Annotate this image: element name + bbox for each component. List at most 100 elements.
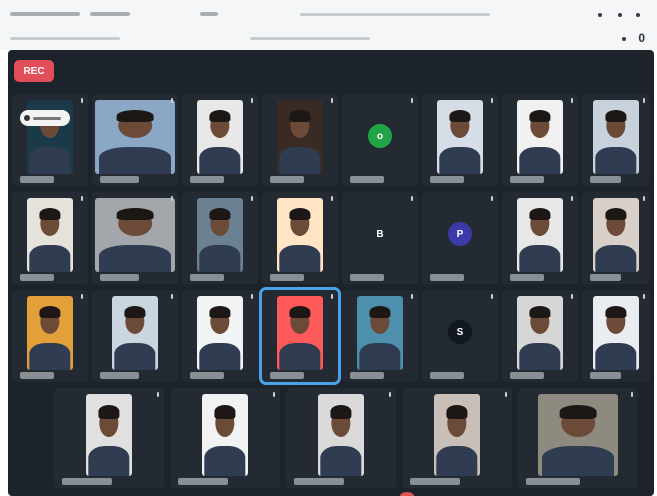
participant-tile[interactable] xyxy=(582,290,650,382)
participant-video xyxy=(593,100,639,174)
participant-video xyxy=(197,100,243,174)
participant-tile[interactable] xyxy=(518,388,638,488)
participant-name-blur xyxy=(590,274,621,281)
participant-tile[interactable] xyxy=(92,94,178,186)
participant-tile[interactable] xyxy=(422,94,498,186)
participant-name-blur xyxy=(178,478,228,485)
participant-tile[interactable] xyxy=(402,388,512,488)
shoulders xyxy=(199,343,241,370)
tab-title-blur xyxy=(90,12,130,16)
participant-video xyxy=(517,100,563,174)
participant-tile[interactable] xyxy=(502,290,578,382)
participant-name-blur xyxy=(190,176,224,183)
menu-dot[interactable] xyxy=(636,13,640,17)
mic-icon xyxy=(251,98,253,103)
shoulders xyxy=(29,343,71,370)
participant-tile[interactable] xyxy=(259,287,341,385)
participant-tile[interactable] xyxy=(12,290,88,382)
participant-name-blur xyxy=(430,274,464,281)
shoulders xyxy=(595,343,637,370)
participant-name-blur xyxy=(350,372,384,379)
participant-video xyxy=(277,296,323,370)
participant-tile[interactable]: o xyxy=(342,94,418,186)
shoulders xyxy=(29,147,71,174)
mic-icon xyxy=(571,294,573,299)
participant-name-blur xyxy=(350,176,384,183)
participant-tile[interactable]: B xyxy=(342,192,418,284)
shoulders xyxy=(320,446,362,476)
mic-icon xyxy=(643,98,645,103)
participant-avatar: S xyxy=(448,320,472,345)
participant-name-blur xyxy=(590,176,621,183)
participant-tile[interactable] xyxy=(582,192,650,284)
hair xyxy=(209,306,231,319)
menu-dot[interactable] xyxy=(622,37,626,41)
participant-video xyxy=(277,100,323,174)
participant-tile[interactable] xyxy=(286,388,396,488)
participant-tile[interactable] xyxy=(262,94,338,186)
mic-icon xyxy=(631,392,633,397)
share-label-blur xyxy=(33,116,61,120)
hair xyxy=(124,306,146,319)
participant-tile[interactable] xyxy=(54,388,164,488)
participant-tile[interactable] xyxy=(92,192,178,284)
hair xyxy=(449,110,471,123)
participant-tile[interactable] xyxy=(502,192,578,284)
participant-tile[interactable] xyxy=(182,94,258,186)
recording-badge: REC xyxy=(14,60,54,82)
hair xyxy=(529,208,551,221)
shoulders xyxy=(199,147,241,174)
participant-tile[interactable]: S xyxy=(422,290,498,382)
participant-tile[interactable] xyxy=(12,94,88,186)
mic-icon xyxy=(331,294,333,299)
tab-strip xyxy=(0,4,657,24)
hair xyxy=(289,208,311,221)
screen-share-pill[interactable] xyxy=(20,110,70,126)
menu-dot[interactable] xyxy=(618,13,622,17)
participant-tile[interactable] xyxy=(262,192,338,284)
participant-name-blur xyxy=(410,478,460,485)
mic-icon xyxy=(331,196,333,201)
participant-name-blur xyxy=(510,274,544,281)
tab-title-blur xyxy=(10,12,80,16)
hair xyxy=(39,208,61,221)
shoulders xyxy=(519,147,561,174)
participant-tile[interactable] xyxy=(12,192,88,284)
participant-tile[interactable] xyxy=(502,94,578,186)
participant-video xyxy=(277,198,323,272)
participant-video xyxy=(593,296,639,370)
participant-avatar: o xyxy=(368,124,392,149)
participant-name-blur xyxy=(270,372,304,379)
participant-tile[interactable] xyxy=(182,290,258,382)
participant-tile[interactable]: P xyxy=(422,192,498,284)
participant-name-blur xyxy=(100,274,139,281)
participant-name-blur xyxy=(20,372,54,379)
shoulders xyxy=(279,147,321,174)
shoulders xyxy=(204,446,246,476)
participant-tile[interactable] xyxy=(170,388,280,488)
hair xyxy=(369,306,391,319)
shoulders xyxy=(595,147,637,174)
participant-name-blur xyxy=(350,274,384,281)
shoulders xyxy=(88,446,130,476)
shoulders xyxy=(439,147,481,174)
tab-title-blur xyxy=(200,12,218,16)
participant-name-blur xyxy=(590,372,621,379)
participant-name-blur xyxy=(100,372,139,379)
mic-icon xyxy=(81,196,83,201)
participant-tile[interactable] xyxy=(342,290,418,382)
participant-tile[interactable] xyxy=(182,192,258,284)
participant-tile[interactable] xyxy=(92,290,178,382)
participant-video xyxy=(434,394,480,476)
menu-dot[interactable] xyxy=(598,13,602,17)
hair xyxy=(330,405,352,419)
participant-video xyxy=(86,394,132,476)
hair xyxy=(116,110,154,123)
participant-video xyxy=(27,198,73,272)
participant-tile[interactable] xyxy=(582,94,650,186)
mic-icon xyxy=(491,98,493,103)
mic-icon xyxy=(643,196,645,201)
shoulders xyxy=(519,343,561,370)
hair xyxy=(605,306,627,319)
mic-icon xyxy=(331,98,333,103)
